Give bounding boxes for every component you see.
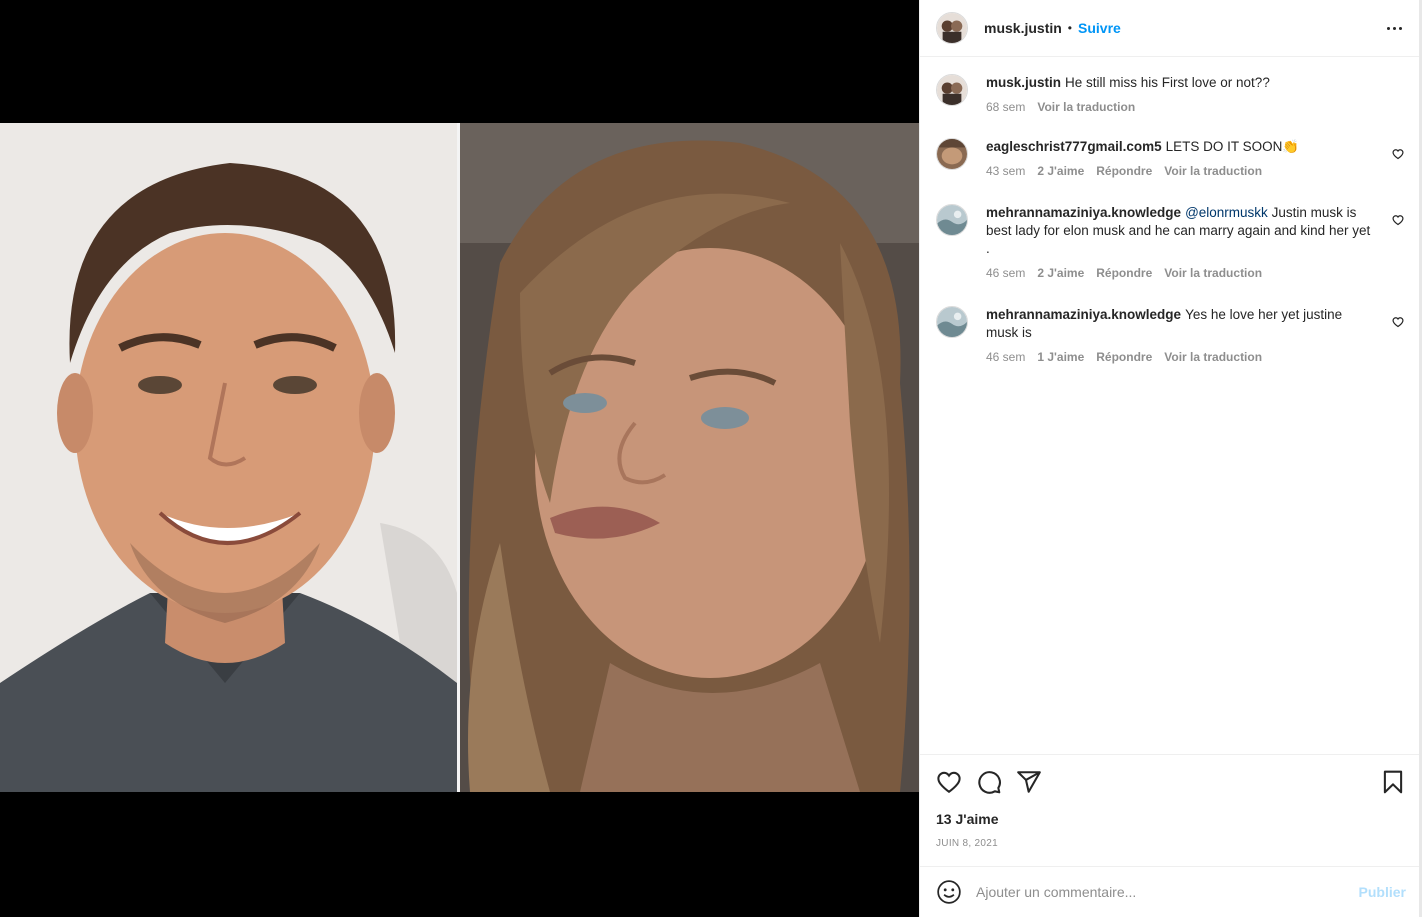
more-options-icon[interactable] — [1384, 20, 1404, 36]
commenter-avatar[interactable] — [936, 204, 968, 236]
comment-username[interactable]: mehrannamaziniya.knowledge — [986, 307, 1181, 322]
bookmark-icon[interactable] — [1380, 769, 1406, 795]
emoji-icon[interactable] — [936, 879, 962, 905]
heart-icon[interactable] — [936, 769, 962, 795]
caption-username[interactable]: musk.justin — [986, 75, 1061, 90]
comment-likes-count[interactable]: 2 J'aime — [1037, 164, 1084, 178]
translate-button[interactable]: Voir la traduction — [1164, 266, 1262, 280]
comment-likes-count[interactable]: 1 J'aime — [1037, 350, 1084, 364]
reply-button[interactable]: Répondre — [1096, 350, 1152, 364]
comment-age[interactable]: 46 sem — [986, 266, 1025, 280]
comment-input[interactable] — [976, 884, 1349, 900]
comment-username[interactable]: mehrannamaziniya.knowledge — [986, 205, 1181, 220]
commenter-avatar[interactable] — [936, 306, 968, 338]
comment-like-heart-icon[interactable] — [1392, 214, 1404, 226]
comment-like-heart-icon[interactable] — [1392, 316, 1404, 328]
caption-age[interactable]: 68 sem — [986, 100, 1025, 114]
post-actions-bar: 13 J'aime JUIN 8, 2021 — [920, 754, 1422, 866]
reply-button[interactable]: Répondre — [1096, 164, 1152, 178]
comment-username[interactable]: eagleschrist777gmail.com5 — [986, 139, 1162, 154]
caption-text: He still miss his First love or not?? — [1065, 75, 1270, 90]
post-side-panel: musk.justin • Suivre musk.justin He still… — [919, 0, 1422, 917]
caption-translate-button[interactable]: Voir la traduction — [1037, 100, 1135, 114]
author-username[interactable]: musk.justin — [984, 20, 1062, 36]
comment-mention-link[interactable]: @elonrmuskk — [1185, 205, 1268, 220]
author-avatar[interactable] — [936, 12, 968, 44]
post-likes-count[interactable]: 13 J'aime — [936, 811, 999, 827]
comment-item: mehrannamaziniya.knowledge Yes he love he… — [936, 306, 1406, 364]
follow-button[interactable]: Suivre — [1078, 20, 1121, 36]
comment-text: LETS DO IT SOON👏 — [1165, 139, 1300, 154]
comment-item: eagleschrist777gmail.com5 LETS DO IT SOON… — [936, 138, 1406, 178]
translate-button[interactable]: Voir la traduction — [1164, 164, 1262, 178]
comment-likes-count[interactable]: 2 J'aime — [1037, 266, 1084, 280]
publish-button[interactable]: Publier — [1359, 884, 1406, 900]
comment-age[interactable]: 43 sem — [986, 164, 1025, 178]
comment-age[interactable]: 46 sem — [986, 350, 1025, 364]
post-caption: musk.justin He still miss his First love … — [936, 74, 1406, 114]
comment-item: mehrannamaziniya.knowledge @elonrmuskk Ju… — [936, 204, 1406, 280]
reply-button[interactable]: Répondre — [1096, 266, 1152, 280]
post-date[interactable]: JUIN 8, 2021 — [936, 838, 998, 849]
post-header: musk.justin • Suivre — [920, 0, 1422, 57]
post-photo-left — [0, 123, 457, 792]
comment-like-heart-icon[interactable] — [1392, 148, 1404, 160]
share-icon[interactable] — [1016, 769, 1042, 795]
comments-list[interactable]: musk.justin He still miss his First love … — [920, 58, 1422, 754]
commenter-avatar[interactable] — [936, 138, 968, 170]
author-avatar[interactable] — [936, 74, 968, 106]
translate-button[interactable]: Voir la traduction — [1164, 350, 1262, 364]
comment-icon[interactable] — [976, 769, 1002, 795]
add-comment-bar: Publier — [920, 866, 1422, 917]
header-separator: • — [1067, 21, 1072, 35]
post-media[interactable] — [0, 0, 919, 917]
post-photo-right — [460, 123, 919, 792]
